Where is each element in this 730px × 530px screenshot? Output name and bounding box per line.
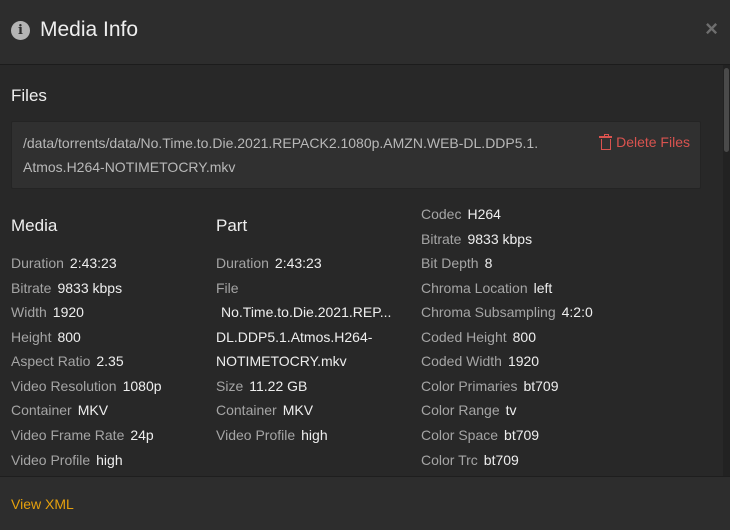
stream-row: Bitrate 9833 kbps <box>421 230 532 248</box>
part-file-value: No.Time.to.Die.2021.REP... <box>221 303 391 321</box>
row-value: 2:43:23 <box>69 255 117 271</box>
part-file-value-cont: NOTIMETOCRY.mkv <box>216 352 347 370</box>
view-xml-link[interactable]: View XML <box>11 496 74 512</box>
row-label: Color Primaries <box>421 378 518 394</box>
part-row: Container MKV <box>216 401 313 419</box>
media-row: Duration 2:43:23 <box>11 254 117 272</box>
row-label: Aspect Ratio <box>11 353 91 369</box>
row-value: 2:43:23 <box>274 255 322 271</box>
row-value: 24p <box>130 427 154 443</box>
media-heading: Media <box>11 216 58 235</box>
media-row: Video Frame Rate 24p <box>11 426 154 444</box>
media-row: Aspect Ratio 2.35 <box>11 352 124 370</box>
row-label: Video Profile <box>11 452 91 468</box>
part-row: Duration 2:43:23 <box>216 254 322 272</box>
row-label: Video Profile <box>216 427 296 443</box>
row-value: 1080p <box>122 378 162 394</box>
media-row: Width 1920 <box>11 303 84 321</box>
row-value: H264 <box>467 206 501 222</box>
stream-row: Bit Depth 8 <box>421 254 492 272</box>
stream-row: Color Space bt709 <box>421 426 539 444</box>
row-label: Width <box>11 304 47 320</box>
media-row: Container MKV <box>11 401 108 419</box>
row-label: Bitrate <box>421 231 462 247</box>
close-icon[interactable]: × <box>705 18 718 40</box>
row-value: 9833 kbps <box>57 280 123 296</box>
row-value: high <box>301 427 328 443</box>
stream-row: Codec H264 <box>421 205 501 223</box>
row-value: high <box>96 452 123 468</box>
part-row: Video Profile high <box>216 426 328 444</box>
stream-row: Color Primaries bt709 <box>421 377 559 395</box>
row-value: 800 <box>57 329 81 345</box>
modal-body[interactable]: Files /data/torrents/data/No.Time.to.Die… <box>0 65 730 476</box>
delete-files-button[interactable]: Delete Files <box>599 134 690 150</box>
row-label: Coded Width <box>421 353 502 369</box>
row-label: Color Range <box>421 402 500 418</box>
row-value: No.Time.to.Die.2021.REP... <box>221 304 392 320</box>
delete-files-label: Delete Files <box>616 134 690 150</box>
info-icon: i <box>11 21 30 40</box>
row-label: Bitrate <box>11 280 52 296</box>
modal-footer: View XML <box>0 476 730 530</box>
row-value: MKV <box>77 402 109 418</box>
row-value: 1920 <box>52 304 84 320</box>
stream-row: Color Trc bt709 <box>421 451 519 469</box>
media-row: Bitrate 9833 kbps <box>11 279 122 297</box>
row-value: bt709 <box>483 452 519 468</box>
row-value: DL.DDP5.1.Atmos.H264- <box>216 329 373 345</box>
trash-icon <box>599 134 613 150</box>
part-heading: Part <box>216 216 248 235</box>
file-entry: /data/torrents/data/No.Time.to.Die.2021.… <box>11 121 701 189</box>
modal-title: Media Info <box>40 18 139 41</box>
part-row: Size 11.22 GB <box>216 377 307 395</box>
row-value: 8 <box>484 255 493 271</box>
stream-row: Chroma Location left <box>421 279 552 297</box>
row-label: Height <box>11 329 52 345</box>
row-value: NOTIMETOCRY.mkv <box>216 353 347 369</box>
row-label: Video Frame Rate <box>11 427 125 443</box>
row-label: Container <box>216 402 277 418</box>
part-file-value-cont: DL.DDP5.1.Atmos.H264- <box>216 328 372 346</box>
row-label: Color Space <box>421 427 499 443</box>
row-value: 4:2:0 <box>561 304 593 320</box>
scrollbar-thumb[interactable] <box>724 68 729 152</box>
stream-row: Chroma Subsampling 4:2:0 <box>421 303 593 321</box>
row-label: Codec <box>421 206 462 222</box>
file-path: /data/torrents/data/No.Time.to.Die.2021.… <box>23 135 539 175</box>
row-label: Color Trc <box>421 452 478 468</box>
media-row: Video Profile high <box>11 451 123 469</box>
row-value: 1920 <box>507 353 540 369</box>
media-row: Height 800 <box>11 328 81 346</box>
row-value: left <box>533 280 553 296</box>
scrollbar-track[interactable] <box>723 65 730 476</box>
row-label: Chroma Location <box>421 280 528 296</box>
row-value: 11.22 GB <box>249 378 308 394</box>
stream-row: Color Range tv <box>421 401 517 419</box>
media-row: Video Resolution 1080p <box>11 377 162 395</box>
row-label: Duration <box>216 255 269 271</box>
row-value: bt709 <box>504 427 540 443</box>
row-value: 2.35 <box>96 353 124 369</box>
row-value: tv <box>505 402 517 418</box>
media-info-modal: i Media Info × Files /data/torrents/data… <box>0 0 730 530</box>
row-label: Duration <box>11 255 64 271</box>
row-value: bt709 <box>523 378 559 394</box>
row-label: Video Resolution <box>11 378 117 394</box>
row-label: File <box>216 280 239 296</box>
row-label: Bit Depth <box>421 255 479 271</box>
part-row: File <box>216 279 239 297</box>
row-label: Chroma Subsampling <box>421 304 556 320</box>
modal-header: i Media Info × <box>0 0 730 65</box>
row-value: 9833 kbps <box>467 231 533 247</box>
stream-row: Coded Width 1920 <box>421 352 539 370</box>
row-label: Coded Height <box>421 329 507 345</box>
row-value: 800 <box>512 329 536 345</box>
row-label: Container <box>11 402 72 418</box>
row-label: Size <box>216 378 244 394</box>
row-value: MKV <box>282 402 314 418</box>
files-heading: Files <box>11 86 47 105</box>
stream-row: Coded Height 800 <box>421 328 536 346</box>
